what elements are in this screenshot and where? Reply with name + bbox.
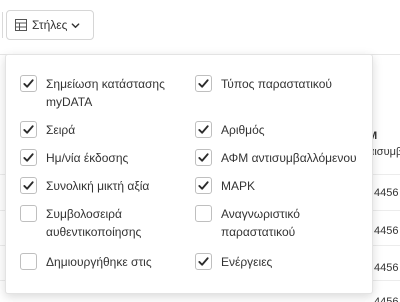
column-option-label: Αριθμός: [221, 123, 265, 137]
table-cell: 4456: [374, 187, 399, 199]
checkbox[interactable]: [20, 75, 37, 92]
column-option-label: ΑΦΜ αντισυμβαλλόμενου: [221, 151, 357, 165]
column-option-created-at[interactable]: Δημιουργήθηκε στις: [20, 253, 186, 271]
column-option-label: Δημιουργήθηκε στις: [46, 255, 152, 269]
checkmark-icon: [198, 153, 209, 162]
column-option-label: Σημείωση κατάστασης myDATA: [46, 77, 165, 109]
column-option-label: Σειρά: [46, 123, 76, 137]
columns-button[interactable]: Στήλες: [6, 10, 94, 40]
checkbox[interactable]: [195, 121, 212, 138]
checkbox[interactable]: [195, 205, 212, 222]
checkbox[interactable]: [195, 177, 212, 194]
checkbox[interactable]: [20, 253, 37, 270]
column-option-document-id[interactable]: Αναγνωριστικό παραστατικού: [195, 205, 361, 241]
checkmark-icon: [198, 181, 209, 190]
checkbox[interactable]: [195, 253, 212, 270]
columns-button-label: Στήλες: [32, 18, 68, 32]
column-option-label: ΜΑΡΚ: [221, 179, 256, 193]
checkbox[interactable]: [20, 177, 37, 194]
column-option-label: Συνολική μικτή αξία: [46, 179, 150, 193]
toolbar-divider: [0, 12, 3, 38]
column-option-total-gross[interactable]: Συνολική μικτή αξία: [20, 177, 186, 195]
table-cell: 4456: [374, 262, 399, 274]
column-option-label: Τύπος παραστατικού: [221, 77, 332, 91]
checkbox[interactable]: [195, 75, 212, 92]
chevron-down-icon: [72, 22, 80, 28]
column-option-issue-date[interactable]: Ημ/νία έκδοσης: [20, 149, 186, 167]
checkmark-icon: [198, 125, 209, 134]
checkmark-icon: [23, 79, 34, 88]
table-cell: 4456: [374, 225, 399, 237]
checkmark-icon: [23, 153, 34, 162]
column-option-label: Αναγνωριστικό παραστατικού: [221, 207, 300, 239]
checkmark-icon: [198, 79, 209, 88]
column-option-series[interactable]: Σειρά: [20, 121, 186, 139]
checkmark-icon: [23, 181, 34, 190]
column-option-label: Ημ/νία έκδοσης: [46, 151, 129, 165]
table-cell: 4456: [374, 296, 399, 302]
checkbox[interactable]: [20, 121, 37, 138]
column-option-label: Συμβολοσειρά αυθεντικοποίησης: [46, 207, 142, 239]
column-option-document-type[interactable]: Τύπος παραστατικού: [195, 75, 361, 93]
column-option-auth-string[interactable]: Συμβολοσειρά αυθεντικοποίησης: [20, 205, 186, 241]
checkbox[interactable]: [20, 149, 37, 166]
column-option-number[interactable]: Αριθμός: [195, 121, 361, 139]
checkbox[interactable]: [20, 205, 37, 222]
columns-dropdown-menu: Σημείωση κατάστασης myDATA Τύπος παραστα…: [5, 54, 373, 294]
columns-icon: [15, 19, 27, 31]
column-option-label: Ενέργειες: [221, 255, 273, 269]
checkmark-icon: [198, 257, 209, 266]
column-option-counterparty-vat[interactable]: ΑΦΜ αντισυμβαλλόμενου: [195, 149, 361, 167]
column-option-mark[interactable]: ΜΑΡΚ: [195, 177, 361, 195]
checkbox[interactable]: [195, 149, 212, 166]
column-option-actions[interactable]: Ενέργειες: [195, 253, 361, 271]
column-option-mydata-status[interactable]: Σημείωση κατάστασης myDATA: [20, 75, 186, 111]
checkmark-icon: [23, 125, 34, 134]
